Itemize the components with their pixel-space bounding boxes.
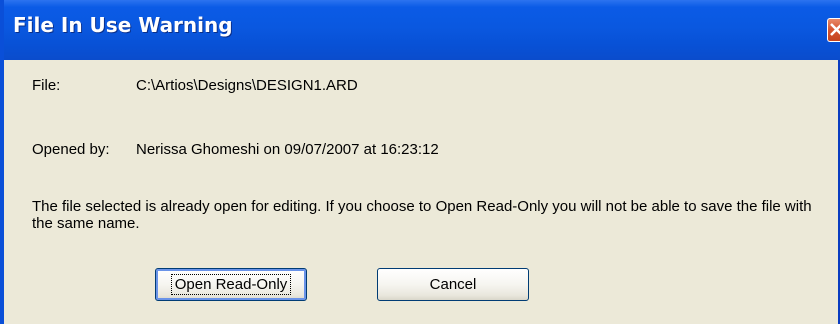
- file-label: File:: [32, 77, 61, 94]
- dialog-title: File In Use Warning: [13, 13, 233, 37]
- cancel-label: Cancel: [429, 276, 477, 293]
- open-read-only-label: Open Read-Only: [170, 274, 292, 295]
- warning-message: The file selected is already open for ed…: [32, 198, 812, 232]
- title-bar[interactable]: File In Use Warning: [4, 0, 840, 60]
- close-icon: [830, 23, 840, 36]
- opened-by-value: Nerissa Ghomeshi on 09/07/2007 at 16:23:…: [136, 141, 439, 158]
- open-read-only-button[interactable]: Open Read-Only: [155, 268, 307, 301]
- file-path-value: C:\Artios\Designs\DESIGN1.ARD: [136, 77, 358, 94]
- opened-by-label: Opened by:: [32, 141, 110, 158]
- file-in-use-dialog: File In Use Warning File: C:\Artios\Desi…: [0, 0, 840, 324]
- close-button[interactable]: [827, 18, 840, 42]
- cancel-button[interactable]: Cancel: [377, 268, 529, 301]
